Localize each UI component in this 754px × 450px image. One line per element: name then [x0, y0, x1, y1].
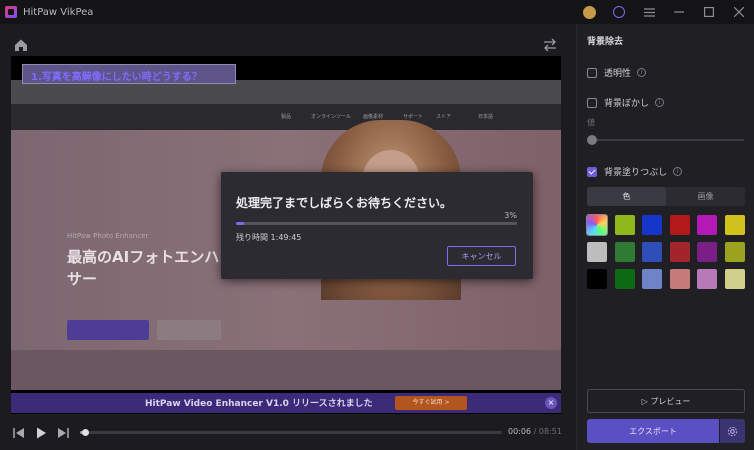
banner-text: HitPaw Video Enhancer V1.0 リリースされました — [145, 399, 373, 409]
color-swatch[interactable] — [642, 215, 662, 235]
time-separator: / — [533, 427, 537, 436]
avatar-button[interactable] — [574, 0, 604, 24]
color-swatch[interactable] — [724, 269, 745, 289]
color-swatch[interactable] — [669, 215, 690, 235]
color-swatch[interactable] — [724, 215, 745, 235]
preview-button[interactable]: ▷ プレビュー — [587, 389, 745, 413]
export-button[interactable]: エクスポート — [587, 419, 719, 443]
panel-title: 背景除去 — [587, 37, 624, 47]
promo-banner: HitPaw Video Enhancer V1.0 リリースされました 今すぐ… — [11, 393, 561, 413]
maximize-button[interactable] — [694, 0, 724, 24]
blur-option[interactable]: 背景ぼかし i — [587, 96, 665, 109]
hero-subtitle: HitPaw Photo Enhancer — [67, 232, 149, 240]
fill-option[interactable]: 背景塗りつぶし i — [587, 165, 683, 178]
info-icon[interactable]: i — [673, 167, 683, 176]
fill-checkbox[interactable] — [587, 166, 597, 177]
blur-label: 背景ぼかし — [604, 99, 650, 109]
play-outline-icon: ▷ — [641, 396, 648, 406]
fill-tabs: 色 画像 — [587, 187, 745, 206]
blur-checkbox[interactable] — [587, 97, 597, 108]
color-swatch[interactable] — [587, 242, 607, 262]
web-nav-item: 日本語 — [478, 114, 494, 120]
time-display: 00:06 / 08:51 — [508, 427, 562, 436]
window-controls — [574, 0, 754, 24]
web-nav-item: オンラインツール — [311, 114, 352, 120]
app-title: HitPaw VikPea — [23, 6, 94, 18]
web-nav-item: サポート — [403, 114, 424, 120]
info-icon[interactable]: i — [637, 68, 647, 77]
skip-forward-icon[interactable] — [56, 426, 70, 440]
close-button[interactable] — [724, 0, 754, 24]
color-swatch[interactable] — [669, 269, 690, 289]
remaining-label: 残り時間 — [236, 233, 268, 242]
dialog-title: 処理完了までしばらくお待ちください。 — [236, 196, 453, 210]
hero-title-line2: サー — [67, 270, 98, 288]
close-icon — [734, 7, 744, 17]
color-swatch[interactable] — [669, 242, 690, 262]
blur-slider-handle[interactable] — [587, 135, 597, 145]
timeline-handle[interactable] — [82, 429, 90, 436]
color-swatch[interactable] — [614, 269, 635, 289]
color-swatch[interactable] — [697, 269, 717, 289]
hero-download-button — [67, 320, 149, 340]
info-icon[interactable]: i — [655, 98, 665, 107]
transparent-checkbox[interactable] — [587, 67, 597, 78]
web-nav: 製品 オンラインツール 画像素材 サポート ストア 日本語 — [11, 104, 561, 130]
duration-time: 08:51 — [538, 427, 562, 436]
color-swatch[interactable] — [642, 242, 662, 262]
processing-dialog: 処理完了までしばらくお待ちください。 3% 残り時間 1:49:45 キャンセル — [221, 172, 533, 279]
account-button[interactable] — [604, 0, 634, 24]
swap-icon[interactable] — [543, 38, 557, 52]
settings-panel: 背景除去 透明性 i 背景ぼかし i 値 背景塗りつぶし i 色 画像 ▷ プレ… — [576, 24, 754, 450]
progress-percent: 3% — [504, 211, 517, 220]
maximize-icon — [704, 7, 714, 17]
skip-back-icon[interactable] — [12, 426, 26, 440]
minimize-button[interactable] — [664, 0, 694, 24]
user-icon — [613, 6, 625, 18]
timeline-scrubber[interactable] — [80, 429, 502, 436]
export-settings-button[interactable] — [720, 419, 745, 443]
blur-slider-label: 値 — [587, 118, 595, 127]
color-swatch[interactable] — [614, 242, 635, 262]
hamburger-icon — [643, 7, 655, 17]
play-icon[interactable] — [34, 426, 48, 440]
color-swatch[interactable] — [697, 242, 717, 262]
video-annotation: 1.写真を高解像にしたい時どうする？ — [22, 64, 236, 84]
web-nav-item: 製品 — [281, 114, 292, 120]
tab-image[interactable]: 画像 — [666, 187, 745, 206]
cancel-button[interactable]: キャンセル — [447, 246, 516, 266]
tab-color[interactable]: 色 — [587, 187, 666, 206]
gear-icon — [727, 426, 738, 436]
remaining-time: 残り時間 1:49:45 — [236, 232, 301, 243]
color-swatch[interactable] — [614, 215, 635, 235]
color-swatch[interactable] — [697, 215, 717, 235]
minimize-icon — [674, 11, 684, 13]
hero-title: 最高のAIフォトエンハン — [67, 248, 235, 266]
banner-close-icon: × — [545, 397, 557, 409]
web-nav-item: ストア — [436, 114, 452, 120]
hero-buy-button — [157, 320, 221, 340]
blur-slider[interactable] — [587, 135, 744, 145]
preview-label: プレビュー — [650, 396, 691, 406]
app-logo-icon — [5, 6, 17, 18]
remaining-value: 1:49:45 — [270, 233, 302, 242]
home-icon[interactable] — [14, 38, 28, 52]
banner-try-button: 今すぐ試用 > — [395, 396, 467, 410]
avatar-icon — [582, 5, 596, 19]
color-swatch[interactable] — [587, 269, 607, 289]
color-swatch[interactable] — [586, 214, 608, 236]
current-time: 00:06 — [508, 427, 532, 436]
title-bar: HitPaw VikPea — [0, 0, 754, 24]
color-swatch[interactable] — [724, 242, 745, 262]
transparent-option[interactable]: 透明性 i — [587, 66, 647, 79]
color-swatch[interactable] — [642, 269, 662, 289]
web-nav-item: 画像素材 — [363, 114, 384, 120]
processing-progress-bar — [236, 222, 517, 225]
processing-progress-fill — [236, 222, 245, 225]
fill-label: 背景塗りつぶし — [604, 168, 668, 178]
transparent-label: 透明性 — [604, 69, 632, 79]
menu-button[interactable] — [634, 0, 664, 24]
